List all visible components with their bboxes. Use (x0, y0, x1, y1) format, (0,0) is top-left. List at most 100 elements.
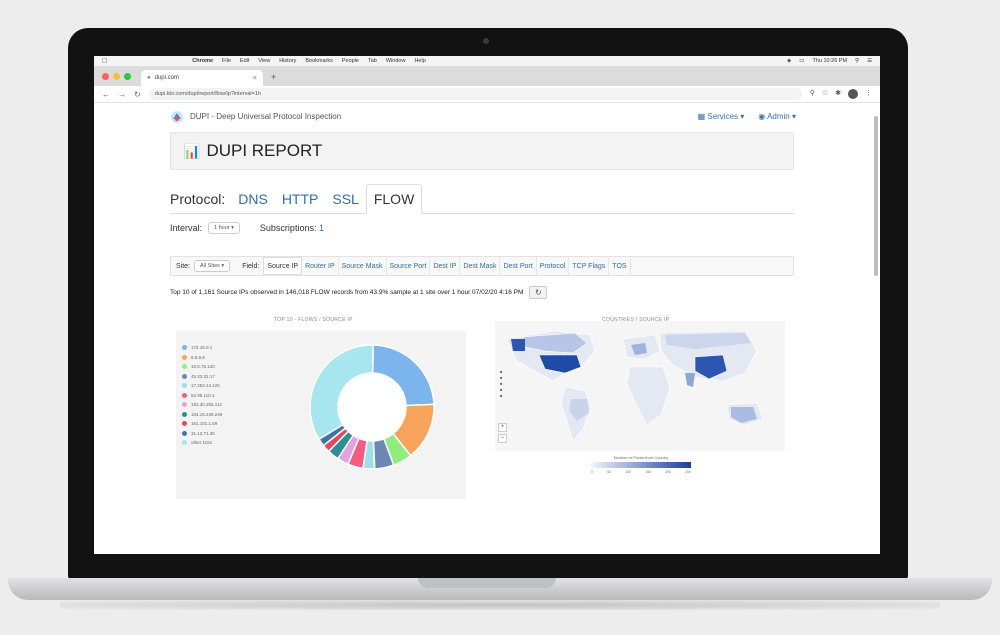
pie-center (339, 374, 405, 440)
pie-chart-title: TOP 10 - FLOWS / SOURCE IP (274, 317, 353, 323)
new-tab-button[interactable]: + (263, 72, 284, 82)
field-tab-dest-port[interactable]: Dest Port (500, 257, 537, 275)
search-icon[interactable]: ⚲ (855, 58, 859, 64)
favicon-icon: ● (147, 75, 151, 81)
control-center-icon[interactable]: ☰ (867, 58, 872, 64)
extensions-icon[interactable]: ✱ (835, 89, 841, 99)
summary-row: Top 10 of 1,161 Source IPs observed in 1… (170, 286, 880, 299)
interval-value: 1 hour (214, 225, 230, 231)
protocol-label: Protocol: (170, 191, 226, 207)
close-tab-icon[interactable]: × (253, 75, 257, 82)
reload-icon[interactable]: ↻ (134, 90, 141, 99)
interval-label: Interval: (170, 223, 203, 233)
menubar-item[interactable]: Tab (368, 58, 377, 64)
site-select[interactable]: All Sites ▾ (194, 260, 231, 272)
forward-icon[interactable]: → (118, 90, 126, 99)
map-scale-tick: 100 (625, 470, 631, 474)
bar-chart-icon: 📊 (183, 142, 201, 159)
subscriptions-label: Subscriptions: (259, 223, 317, 233)
report-title-panel: 📊 DUPI REPORT (170, 132, 794, 170)
map-legend: ■ ■ ■ ■ ■ (500, 369, 503, 398)
services-menu[interactable]: ▦ Services ▾ (698, 112, 745, 121)
address-bar-row: ← → ↻ dupi.kbr.com/dupi/report/flow/ip?i… (94, 86, 880, 103)
field-tab-tcp-flags[interactable]: TCP Flags (569, 257, 610, 275)
profile-avatar[interactable] (848, 89, 858, 99)
url-text: dupi.kbr.com/dupi/report/flow/ip?interva… (154, 91, 261, 97)
field-tab-source-mask[interactable]: Source Mask (339, 257, 387, 275)
interval-row: Interval: 1 hour ▾ Subscriptions: 1 (170, 222, 880, 234)
map-zoom-controls: + − (498, 423, 507, 443)
field-tab-router-ip[interactable]: Router IP (302, 257, 339, 275)
subscriptions-count[interactable]: 1 (319, 223, 324, 233)
site-value: All Sites (200, 263, 220, 269)
apple-icon[interactable]:  (102, 58, 107, 65)
laptop-shadow (60, 600, 940, 610)
menubar-item[interactable]: View (258, 58, 270, 64)
map-country (626, 366, 671, 426)
map-scale-tick: 250 (685, 470, 691, 474)
browser-tab-strip: ● dupi.com × + (94, 67, 880, 86)
menubar-item[interactable]: People (342, 58, 359, 64)
summary-text: Top 10 of 1,161 Source IPs observed in 1… (170, 289, 524, 296)
tab-flow[interactable]: FLOW (365, 184, 423, 214)
more-menu-icon[interactable]: ⋮ (865, 89, 872, 99)
brand-name[interactable]: DUPI - Deep Universal Protocol Inspectio… (190, 112, 341, 121)
pie-chart-panel: 172.16.0.1 8.8.8.8 10.0.75.120 45.33.32.17 1… (176, 331, 466, 499)
back-icon[interactable]: ← (102, 90, 110, 99)
menubar-item[interactable]: File (222, 58, 231, 64)
zoom-icon[interactable]: ⚲ (810, 89, 815, 99)
field-label: Field: (242, 262, 260, 270)
maximize-window-button[interactable] (124, 73, 131, 80)
wifi-icon[interactable]: ◈ (787, 58, 791, 64)
mac-menubar:  Chrome File Edit View History Bookmark… (94, 56, 880, 67)
field-selector: Site: All Sites ▾ Field: Source IP Route… (170, 256, 794, 276)
browser-tab[interactable]: ● dupi.com × (141, 70, 263, 86)
map-scale-ticks: 0 50 100 150 200 250 (591, 470, 691, 474)
subscriptions: Subscriptions: 1 (260, 223, 324, 233)
menubar-app-name[interactable]: Chrome (116, 58, 213, 64)
window-controls (102, 73, 131, 80)
bookmark-star-icon[interactable]: ☆ (822, 89, 828, 99)
field-tab-source-port[interactable]: Source Port (387, 257, 431, 275)
admin-menu[interactable]: ◉ Admin ▾ (758, 112, 796, 121)
map-color-scale: Number of Flows from Country 0 50 100 15… (591, 455, 691, 474)
interval-select[interactable]: 1 hour ▾ (208, 222, 240, 234)
page-title: DUPI REPORT (206, 141, 323, 160)
field-tab-source-ip[interactable]: Source IP (263, 257, 303, 275)
tab-http[interactable]: HTTP (275, 191, 326, 213)
services-label: Services (707, 112, 739, 121)
menubar-item[interactable]: History (279, 58, 296, 64)
zoom-in-button[interactable]: + (498, 423, 507, 432)
admin-label: Admin (767, 112, 790, 121)
map-scale-tick: 150 (645, 470, 651, 474)
tab-dns[interactable]: DNS (231, 191, 275, 213)
field-tab-dest-ip[interactable]: Dest IP (430, 257, 461, 275)
menubar-item[interactable]: Edit (240, 58, 249, 64)
field-tab-dest-mask[interactable]: Dest Mask (460, 257, 501, 275)
protocol-tabs: Protocol: DNS HTTP SSL FLOW (170, 184, 794, 214)
zoom-out-button[interactable]: − (498, 434, 507, 443)
dupi-logo-icon (171, 110, 183, 123)
url-field[interactable]: dupi.kbr.com/dupi/report/flow/ip?interva… (148, 88, 802, 100)
minimize-window-button[interactable] (113, 73, 120, 80)
menubar-item[interactable]: Help (414, 58, 425, 64)
menubar-item[interactable]: Bookmarks (305, 58, 333, 64)
screen:  Chrome File Edit View History Bookmark… (94, 56, 880, 554)
laptop-notch (418, 578, 556, 588)
pie-chart[interactable] (176, 331, 466, 499)
battery-icon[interactable]: ▭ (799, 58, 804, 64)
menubar-item[interactable]: Window (386, 58, 406, 64)
map-scale-tick: 50 (607, 470, 611, 474)
world-map[interactable] (495, 321, 785, 451)
map-scale-caption: Number of Flows from Country (613, 455, 669, 460)
site-label: Site: (176, 262, 191, 270)
app-header: DUPI - Deep Universal Protocol Inspectio… (170, 103, 796, 130)
field-tab-protocol[interactable]: Protocol (537, 257, 570, 275)
laptop-mockup:  Chrome File Edit View History Bookmark… (0, 0, 1000, 635)
tab-ssl[interactable]: SSL (325, 191, 365, 213)
field-tab-tos[interactable]: TOS (609, 257, 631, 275)
menubar-clock[interactable]: Thu 10:26 PM (812, 58, 847, 64)
address-bar-icons: ⚲ ☆ ✱ ⋮ (810, 89, 872, 99)
refresh-button[interactable]: ↻ (529, 286, 548, 299)
close-window-button[interactable] (102, 73, 109, 80)
